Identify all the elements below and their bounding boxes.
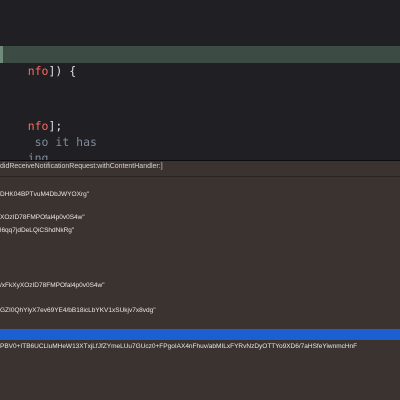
code-token-plain: ]) { <box>48 64 77 78</box>
code-line[interactable]: nfo]; <box>0 101 63 133</box>
console-header-text: didReceiveNotificationRequest:withConten… <box>0 163 163 170</box>
console-header: didReceiveNotificationRequest:withConten… <box>0 161 400 177</box>
log-line[interactable]: /xFkXyXOzID78FMPOfal4p0v0S4w" <box>0 282 105 289</box>
code-line-current[interactable]: nfo]) { <box>0 46 400 78</box>
debug-console[interactable]: didReceiveNotificationRequest:withConten… <box>0 161 400 400</box>
log-line[interactable]: DHK04BPTvuM4DbJWYOXrg" <box>0 191 89 198</box>
selected-log-line-highlight[interactable] <box>0 329 400 340</box>
log-line[interactable]: XOzID78FMPOfal4p0v0S4w" <box>0 214 85 221</box>
log-line[interactable]: GZI0QhYlyX7ev69YE4/bB18icLbYKV1xSUkjv7x8… <box>0 307 156 314</box>
code-token-variable: nfo <box>27 64 49 78</box>
log-line[interactable]: l6qq7jdDeLQiCShdNkRg" <box>0 227 74 234</box>
code-line-comment[interactable]: so it has <box>0 117 97 149</box>
code-line-comment[interactable]: ing. <box>0 133 56 160</box>
log-line[interactable]: PBV0+ITB6UCLluMHeW13XTxjLfJfZYmeLUu7GUcz… <box>0 343 357 350</box>
code-editor[interactable]: nfo]) { nfo]; so it has ing. <box>0 0 400 160</box>
code-comment: ing. <box>27 151 56 160</box>
